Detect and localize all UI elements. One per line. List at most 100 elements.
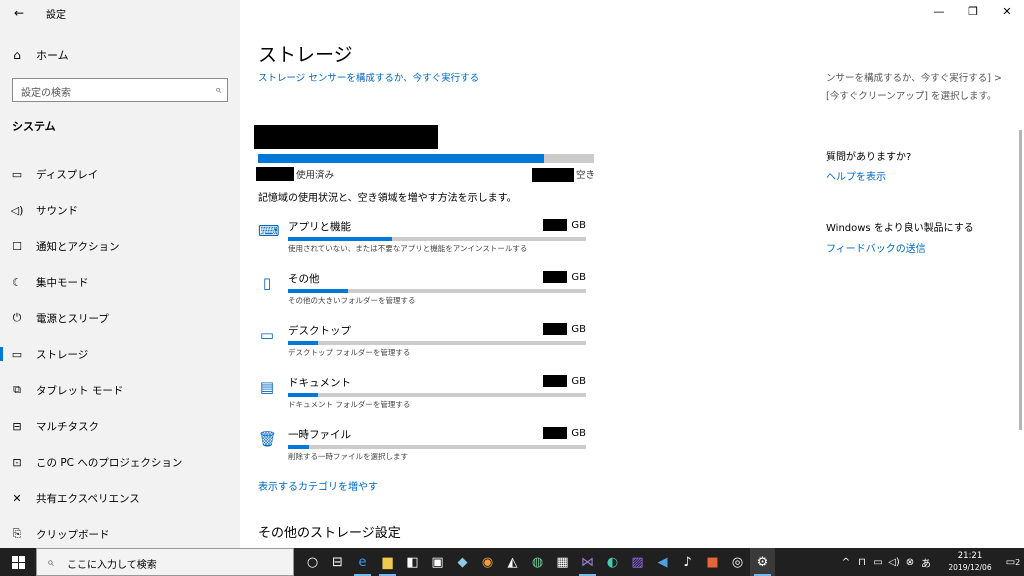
moon-icon: ☾ (12, 275, 22, 289)
clock[interactable]: 21:21 2019/12/06 (938, 550, 1002, 574)
sidebar-item-label: サウンド (36, 204, 78, 217)
category-bar (288, 289, 586, 293)
free-label: 空き (576, 170, 596, 181)
file-explorer-icon[interactable]: ▆ (375, 548, 400, 576)
sidebar-item-tablet[interactable]: ⧉ タブレット モード (0, 372, 240, 408)
sidebar-item-clipboard[interactable]: ⎘ クリップボード (0, 516, 240, 552)
speaker-icon: ◁) (10, 203, 24, 217)
category-list: ⌨ アプリと機能 GB 使用されていない、または不要なアプリと機能をアンインスト… (258, 214, 594, 474)
sidebar: ← 設定 ⌂ ホーム 設定の検索 ⌕ システム ▭ ディスプレイ ◁) サウンド ☐… (0, 0, 240, 548)
other-file-icon: ▯ (262, 274, 272, 292)
volume-icon[interactable]: ◁) (886, 557, 902, 568)
settings-app-icon[interactable]: ⚙ (750, 548, 775, 576)
calculator-icon[interactable]: ▦ (550, 548, 575, 576)
language-icon[interactable]: あ (918, 555, 934, 570)
category-bar-fill (288, 393, 318, 397)
category-sub: その他の大きいフォルダーを管理する (288, 296, 416, 305)
blender-icon[interactable]: ◉ (475, 548, 500, 576)
ime-icon[interactable]: ▭ (870, 557, 886, 568)
sidebar-item-label: ストレージ (36, 348, 89, 361)
storage-usage-fill (258, 154, 544, 163)
sync-icon[interactable]: ⊗ (902, 557, 918, 568)
store-icon[interactable]: ◧ (400, 548, 425, 576)
nav-home[interactable]: ⌂ ホーム (10, 46, 68, 64)
share-icon: ✕ (12, 491, 22, 505)
system-tray: ^ ⊓ ▭ ◁) ⊗ あ 21:21 2019/12/06 ▭2 (838, 548, 1024, 576)
multitask-icon: ⊟ (12, 419, 22, 433)
taskbar-search-input[interactable]: ⌕ ここに入力して検索 (36, 548, 294, 576)
office-icon[interactable]: ■ (700, 548, 725, 576)
right-text-line1: ンサーを構成するか、今すぐ実行する] > (826, 73, 1002, 84)
title-bar: ← 設定 (0, 0, 240, 26)
paint3d-icon[interactable]: ◆ (450, 548, 475, 576)
help-link[interactable]: ヘルプを表示 (826, 168, 886, 183)
music-icon[interactable]: ♪ (675, 548, 700, 576)
sidebar-item-label: ディスプレイ (36, 168, 99, 181)
restore-icon[interactable]: ❐ (956, 0, 990, 26)
edge-icon[interactable]: e (350, 548, 375, 576)
category-name: アプリと機能 (288, 221, 351, 233)
scrollbar[interactable] (1019, 130, 1022, 430)
settings-search-input[interactable]: 設定の検索 ⌕ (12, 78, 228, 102)
category-size: GB (543, 427, 586, 439)
sidebar-item-display[interactable]: ▭ ディスプレイ (0, 156, 240, 192)
task-view-icon[interactable]: ⊟ (325, 548, 350, 576)
category-documents[interactable]: ▤ ドキュメント GB ドキュメント フォルダーを管理する (258, 370, 594, 422)
search-icon: ⌕ (47, 555, 54, 569)
cortana-icon[interactable]: ○ (300, 548, 325, 576)
sidebar-item-storage[interactable]: ▭ ストレージ (0, 336, 240, 372)
windows-logo-icon (11, 555, 25, 569)
sidebar-item-shared[interactable]: ✕ 共有エクスペリエンス (0, 480, 240, 516)
category-name: デスクトップ (288, 325, 351, 337)
category-desktop[interactable]: ▭ デスクトップ GB デスクトップ フォルダーを管理する (258, 318, 594, 370)
sidebar-item-power[interactable]: ⏻ 電源とスリープ (0, 300, 240, 336)
category-bar-fill (288, 289, 348, 293)
minimize-icon[interactable]: — (922, 0, 956, 26)
sidebar-item-label: タブレット モード (36, 384, 124, 397)
other-storage-header: その他のストレージ設定 (258, 526, 401, 541)
vscode-icon[interactable]: ◀ (650, 548, 675, 576)
category-apps[interactable]: ⌨ アプリと機能 GB 使用されていない、または不要なアプリと機能をアンインスト… (258, 214, 594, 266)
category-size: GB (543, 323, 586, 335)
category-other[interactable]: ▯ その他 GB その他の大きいフォルダーを管理する (258, 266, 594, 318)
notification-center-icon[interactable]: ▭2 (1002, 557, 1024, 568)
chevron-up-icon[interactable]: ^ (838, 557, 854, 568)
category-unit: GB (571, 427, 586, 439)
photos-icon[interactable]: ▣ (425, 548, 450, 576)
sidebar-item-focus[interactable]: ☾ 集中モード (0, 264, 240, 300)
sidebar-item-label: クリップボード (36, 528, 110, 541)
close-icon[interactable]: ✕ (990, 0, 1024, 26)
settings-window: ← 設定 ⌂ ホーム 設定の検索 ⌕ システム ▭ ディスプレイ ◁) サウンド ☐… (0, 0, 1024, 548)
twitch-icon[interactable]: ▨ (625, 548, 650, 576)
chrome-icon[interactable]: ◍ (525, 548, 550, 576)
notification-icon: ☐ (12, 239, 22, 253)
network-icon[interactable]: ⊓ (854, 557, 870, 568)
visual-studio-icon[interactable]: ⋈ (575, 548, 600, 576)
trash-icon: 🗑 (258, 430, 278, 448)
taskbar-search-placeholder: ここに入力して検索 (67, 560, 157, 571)
sidebar-item-notifications[interactable]: ☐ 通知とアクション (0, 228, 240, 264)
unity-icon[interactable]: ◭ (500, 548, 525, 576)
category-sub: ドキュメント フォルダーを管理する (288, 400, 411, 409)
media-icon[interactable]: ◎ (725, 548, 750, 576)
storage-description: 記憶域の使用状況と、空き領域を増やす方法を示します。 (258, 193, 517, 204)
sidebar-item-multitask[interactable]: ⊟ マルチタスク (0, 408, 240, 444)
app-icon-teal[interactable]: ◐ (600, 548, 625, 576)
clock-date: 2019/12/06 (948, 563, 992, 572)
storage-usage-bar (258, 154, 594, 163)
show-more-categories-link[interactable]: 表示するカテゴリを増やす (258, 478, 378, 493)
used-label: 使用済み (296, 170, 335, 181)
category-size: GB (543, 271, 586, 283)
home-icon: ⌂ (13, 48, 21, 62)
category-name: ドキュメント (288, 377, 351, 389)
sidebar-item-projection[interactable]: ⊡ この PC へのプロジェクション (0, 444, 240, 480)
storage-sense-link[interactable]: ストレージ センサーを構成するか、今すぐ実行する (258, 70, 479, 84)
sidebar-item-sound[interactable]: ◁) サウンド (0, 192, 240, 228)
page-title: ストレージ (258, 44, 353, 66)
feedback-link[interactable]: フィードバックの送信 (826, 240, 926, 255)
category-unit: GB (571, 271, 586, 283)
back-arrow-icon[interactable]: ← (10, 5, 28, 21)
category-temp[interactable]: 🗑 一時ファイル GB 削除する一時ファイルを選択します (258, 422, 594, 474)
category-unit: GB (571, 323, 586, 335)
start-button[interactable] (0, 548, 36, 576)
